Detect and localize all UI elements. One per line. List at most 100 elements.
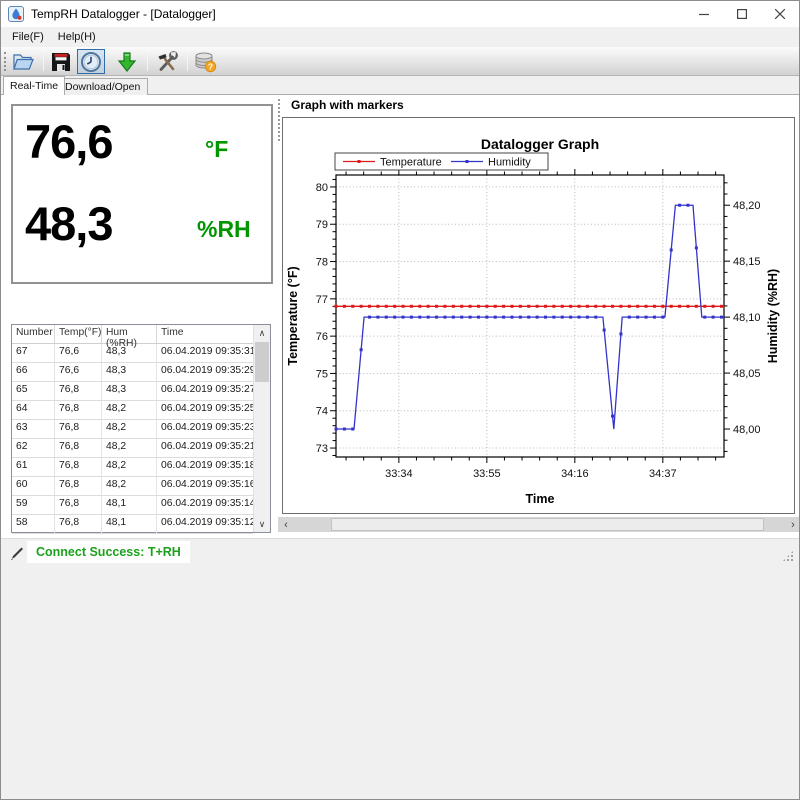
app-icon bbox=[8, 6, 24, 22]
svg-text:77: 77 bbox=[316, 294, 328, 306]
temperature-unit: °F bbox=[205, 136, 228, 163]
table-row[interactable]: 6476,848,206.04.2019 09:35:25 bbox=[12, 401, 253, 420]
table-cell: 48,1 bbox=[102, 515, 157, 533]
tab-download-open[interactable]: Download/Open bbox=[57, 78, 148, 95]
svg-text:73: 73 bbox=[316, 443, 328, 455]
table-cell: 06.04.2019 09:35:12 bbox=[157, 515, 253, 533]
table-row[interactable]: 6176,848,206.04.2019 09:35:18 bbox=[12, 458, 253, 477]
svg-text:Temperature (°F): Temperature (°F) bbox=[286, 266, 300, 365]
scrollbar-thumb[interactable] bbox=[331, 518, 764, 531]
table-cell: 06.04.2019 09:35:14 bbox=[157, 496, 253, 514]
table-cell: 63 bbox=[12, 420, 55, 438]
readout-panel: 76,6 °F 48,3 %RH bbox=[11, 104, 273, 284]
maximize-button[interactable] bbox=[723, 1, 761, 27]
svg-text:Time: Time bbox=[526, 492, 555, 506]
svg-text:48,20: 48,20 bbox=[733, 200, 761, 212]
panel-splitter-grip[interactable] bbox=[278, 99, 281, 141]
svg-text:33:55: 33:55 bbox=[473, 468, 501, 480]
humidity-unit: %RH bbox=[197, 216, 251, 243]
scrollbar-thumb[interactable] bbox=[255, 342, 269, 382]
svg-text:48,00: 48,00 bbox=[733, 424, 761, 436]
scroll-up-button[interactable]: ∧ bbox=[254, 325, 270, 341]
real-time-tab-page: 76,6 °F 48,3 %RH Number Temp(°F) Hum (%R… bbox=[1, 95, 799, 538]
status-bar: Connect Success: T+RH bbox=[1, 538, 799, 800]
minimize-icon bbox=[699, 9, 709, 19]
download-button[interactable] bbox=[113, 49, 141, 74]
svg-text:33:34: 33:34 bbox=[385, 468, 413, 480]
table-cell: 58 bbox=[12, 515, 55, 533]
settings-tools-button[interactable] bbox=[153, 49, 181, 74]
save-icon bbox=[50, 51, 72, 73]
chart-legend: TemperatureHumidity bbox=[335, 153, 548, 170]
column-header-number[interactable]: Number bbox=[12, 325, 55, 343]
table-cell: 48,3 bbox=[102, 363, 157, 381]
close-button[interactable] bbox=[761, 1, 799, 27]
resize-grip[interactable] bbox=[782, 550, 794, 562]
table-cell: 06.04.2019 09:35:27 bbox=[157, 382, 253, 400]
database-help-icon: ? bbox=[193, 50, 217, 74]
svg-text:74: 74 bbox=[316, 406, 328, 418]
table-cell: 76,8 bbox=[55, 477, 102, 495]
toolbar-separator bbox=[147, 51, 148, 71]
menu-file[interactable]: File(F) bbox=[5, 27, 51, 47]
temperature-value: 76,6 bbox=[25, 114, 112, 169]
svg-text:?: ? bbox=[208, 61, 213, 71]
toolbar-separator bbox=[187, 51, 188, 71]
menu-help[interactable]: Help(H) bbox=[51, 27, 103, 47]
toolbar-grip[interactable] bbox=[4, 52, 7, 71]
realtime-clock-button[interactable] bbox=[77, 49, 105, 74]
table-cell: 06.04.2019 09:35:31 bbox=[157, 344, 253, 362]
table-cell: 48,3 bbox=[102, 344, 157, 362]
save-button[interactable] bbox=[47, 49, 75, 74]
scroll-left-button[interactable]: ‹ bbox=[278, 517, 294, 532]
graph-horizontal-scrollbar[interactable]: ‹ › bbox=[278, 517, 800, 532]
scroll-down-button[interactable]: ∨ bbox=[254, 516, 270, 532]
chart-svg: 737475767778798048,0048,0548,1048,1548,2… bbox=[283, 118, 796, 515]
table-cell: 48,2 bbox=[102, 439, 157, 457]
table-cell: 48,2 bbox=[102, 458, 157, 476]
table-row[interactable]: 5876,848,106.04.2019 09:35:12 bbox=[12, 515, 253, 534]
table-cell: 06.04.2019 09:35:16 bbox=[157, 477, 253, 495]
table-cell: 48,3 bbox=[102, 382, 157, 400]
maximize-icon bbox=[737, 9, 747, 19]
table-cell: 67 bbox=[12, 344, 55, 362]
toolbar-separator bbox=[43, 51, 44, 71]
table-row[interactable]: 6276,848,206.04.2019 09:35:21 bbox=[12, 439, 253, 458]
device-info-button[interactable]: ? bbox=[191, 49, 219, 74]
table-row[interactable]: 6076,848,206.04.2019 09:35:16 bbox=[12, 477, 253, 496]
clock-icon bbox=[80, 51, 102, 73]
table-row[interactable]: 6776,648,306.04.2019 09:35:31 bbox=[12, 344, 253, 363]
download-icon bbox=[115, 50, 139, 74]
toolbar: ? bbox=[1, 47, 799, 76]
open-folder-icon bbox=[11, 50, 35, 74]
svg-text:Humidity (%RH): Humidity (%RH) bbox=[766, 269, 780, 363]
column-header-temp[interactable]: Temp(°F) bbox=[55, 325, 102, 343]
window-title: TempRH Datalogger - [Datalogger] bbox=[31, 1, 216, 27]
table-vertical-scrollbar[interactable]: ∧ ∨ bbox=[253, 325, 270, 532]
open-file-button[interactable] bbox=[9, 49, 37, 74]
table-body: 6776,648,306.04.2019 09:35:316676,648,30… bbox=[12, 344, 253, 534]
table-cell: 62 bbox=[12, 439, 55, 457]
chart-text: Datalogger Graph Time Temperature (°F) Humi… bbox=[286, 136, 780, 506]
svg-text:Datalogger Graph: Datalogger Graph bbox=[481, 136, 599, 152]
scroll-right-button[interactable]: › bbox=[785, 517, 800, 532]
table-cell: 76,6 bbox=[55, 363, 102, 381]
table-cell: 76,6 bbox=[55, 344, 102, 362]
table-row[interactable]: 5976,848,106.04.2019 09:35:14 bbox=[12, 496, 253, 515]
menu-bar: File(F) Help(H) bbox=[1, 27, 799, 47]
table-cell: 66 bbox=[12, 363, 55, 381]
column-header-hum[interactable]: Hum (%RH) bbox=[102, 325, 157, 343]
table-cell: 76,8 bbox=[55, 458, 102, 476]
humidity-value: 48,3 bbox=[25, 196, 112, 251]
svg-text:80: 80 bbox=[316, 182, 328, 194]
svg-text:34:37: 34:37 bbox=[649, 468, 677, 480]
table-cell: 76,8 bbox=[55, 439, 102, 457]
tab-real-time[interactable]: Real-Time bbox=[3, 76, 65, 95]
svg-text:48,05: 48,05 bbox=[733, 368, 761, 380]
minimize-button[interactable] bbox=[685, 1, 723, 27]
app-window: TempRH Datalogger - [Datalogger] File(F)… bbox=[0, 0, 800, 800]
table-row[interactable]: 6676,648,306.04.2019 09:35:29 bbox=[12, 363, 253, 382]
table-row[interactable]: 6376,848,206.04.2019 09:35:23 bbox=[12, 420, 253, 439]
table-row[interactable]: 6576,848,306.04.2019 09:35:27 bbox=[12, 382, 253, 401]
tools-icon bbox=[155, 50, 179, 74]
